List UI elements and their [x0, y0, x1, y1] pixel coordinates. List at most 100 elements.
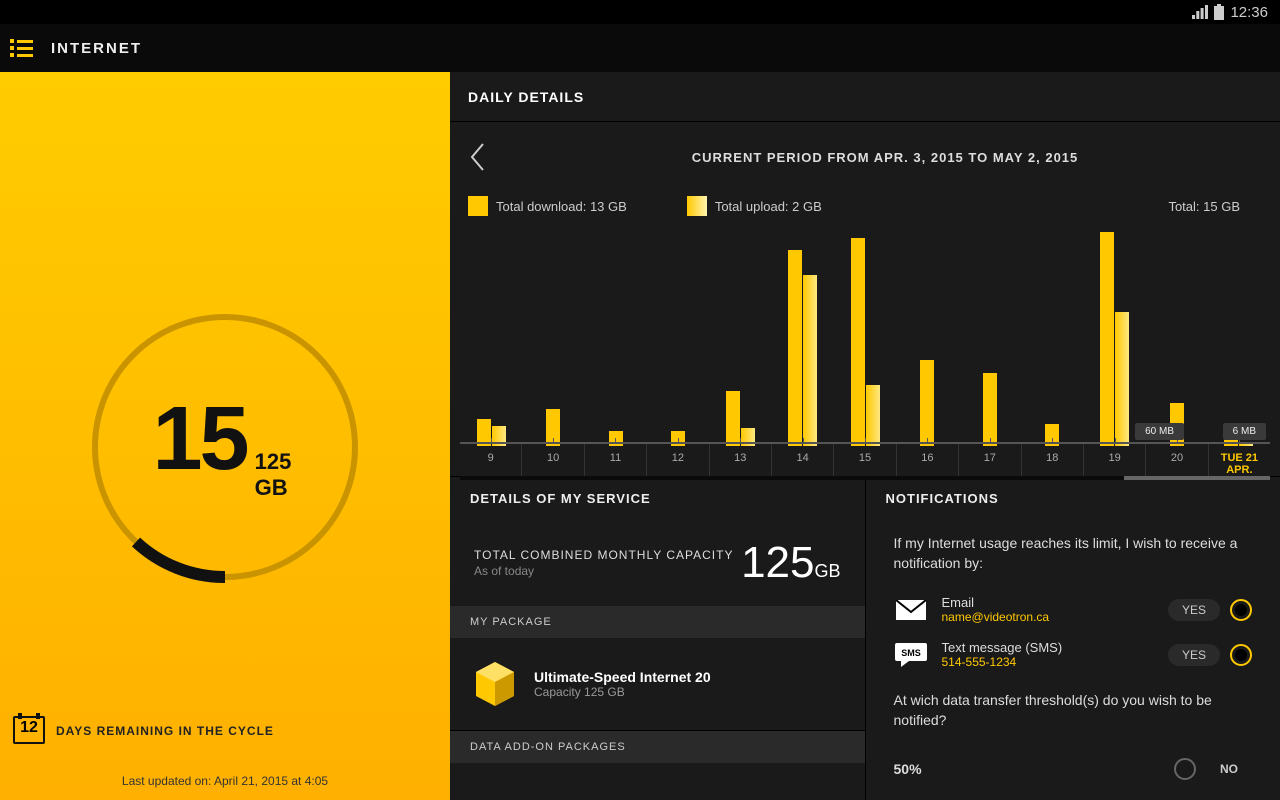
email-toggle[interactable]: YES	[1168, 599, 1252, 621]
chart-day-column[interactable]	[585, 226, 647, 446]
chart-day-column[interactable]	[959, 226, 1021, 446]
legend-total: Total: 15 GB	[1168, 199, 1262, 214]
period-row: CURRENT PERIOD FROM APR. 3, 2015 TO MAY …	[450, 122, 1280, 192]
service-header: DETAILS OF MY SERVICE	[450, 477, 865, 520]
notif-email-label: Email	[942, 595, 1154, 610]
chart-day-column[interactable]	[772, 226, 834, 446]
sms-toggle[interactable]: YES	[1168, 644, 1252, 666]
period-label: CURRENT PERIOD FROM APR. 3, 2015 TO MAY …	[508, 150, 1262, 165]
swatch-download-icon	[468, 196, 488, 216]
chart-day-column[interactable]	[709, 226, 771, 446]
status-bar: 12:36	[0, 0, 1280, 24]
last-updated: Last updated on: April 21, 2015 at 4:05	[0, 774, 450, 788]
addon-header[interactable]: DATA ADD-ON PACKAGES	[450, 731, 865, 763]
bar-download	[920, 360, 934, 446]
axis-label: 11	[585, 444, 647, 476]
chart-day-column[interactable]	[522, 226, 584, 446]
bar-upload	[866, 385, 880, 446]
notif-sms-value[interactable]: 514-555-1234	[942, 655, 1154, 669]
legend-dl-label: Total download: 13 GB	[496, 199, 627, 214]
chart-day-column[interactable]	[896, 226, 958, 446]
chart-day-column[interactable]	[1021, 226, 1083, 446]
legend-ul-label: Total upload: 2 GB	[715, 199, 822, 214]
axis-label: 13	[710, 444, 772, 476]
notif-sms-row: SMS Text message (SMS) 514-555-1234 YES	[894, 632, 1253, 677]
capacity-title: TOTAL COMBINED MONTHLY CAPACITY	[474, 548, 741, 562]
sms-icon: SMS	[894, 642, 928, 668]
threshold-toggle[interactable]: NO	[1174, 758, 1252, 780]
bar-upload	[1115, 312, 1129, 446]
axis-label: 15	[834, 444, 896, 476]
bar-download	[726, 391, 740, 446]
app-title: INTERNET	[51, 40, 142, 57]
email-icon	[894, 597, 928, 623]
menu-icon[interactable]	[10, 39, 33, 57]
axis-label: 16	[897, 444, 959, 476]
notifications-panel: NOTIFICATIONS If my Internet usage reach…	[866, 477, 1280, 800]
bar-download	[1100, 232, 1114, 446]
calendar-icon: 12	[12, 711, 46, 750]
package-name: Ultimate-Speed Internet 20	[534, 669, 711, 685]
usage-gauge: 15 125 GB	[80, 302, 370, 597]
battery-icon	[1214, 4, 1224, 20]
toggle-yes-label: YES	[1168, 599, 1220, 621]
usage-summary-panel: 15 125 GB 12 DAYS REMAINING IN THE CYCLE…	[0, 72, 450, 800]
chart-day-column[interactable]	[834, 226, 896, 446]
axis-label: 20	[1146, 444, 1208, 476]
notif-email-value[interactable]: name@videotron.ca	[942, 610, 1154, 624]
threshold-row: 50% NO	[894, 744, 1253, 780]
bar-upload	[803, 275, 817, 446]
chart-legend: Total download: 13 GB Total upload: 2 GB…	[450, 192, 1280, 216]
toggle-no-label: NO	[1206, 758, 1252, 780]
app-header: INTERNET	[0, 24, 1280, 72]
toggle-yes-label: YES	[1168, 644, 1220, 666]
my-package-header: MY PACKAGE	[450, 606, 865, 638]
axis-label: 14	[772, 444, 834, 476]
bar-download	[983, 373, 997, 446]
package-cube-icon	[474, 660, 516, 708]
chart-day-column[interactable]	[460, 226, 522, 446]
swatch-upload-icon	[687, 196, 707, 216]
axis-label: 17	[959, 444, 1021, 476]
svg-text:SMS: SMS	[901, 648, 921, 658]
scrollbar-thumb[interactable]	[1124, 476, 1270, 480]
toggle-ring-icon	[1174, 758, 1196, 780]
axis-label: 9	[460, 444, 522, 476]
capacity-row: TOTAL COMBINED MONTHLY CAPACITY As of to…	[450, 520, 865, 606]
legend-upload: Total upload: 2 GB	[687, 196, 822, 216]
chart-day-column[interactable]	[1208, 226, 1270, 446]
bar-download	[851, 238, 865, 446]
callout-upload: 6 MB	[1223, 423, 1266, 440]
chart-day-column[interactable]	[647, 226, 709, 446]
capacity-unit: GB	[814, 561, 840, 581]
cycle-days: 12	[12, 719, 46, 737]
axis-label: 12	[647, 444, 709, 476]
service-details: DETAILS OF MY SERVICE TOTAL COMBINED MON…	[450, 477, 866, 800]
package-capacity: Capacity 125 GB	[534, 685, 711, 699]
legend-download: Total download: 13 GB	[468, 196, 627, 216]
usage-capacity: 125 GB	[255, 448, 298, 500]
capacity-subtitle: As of today	[474, 564, 741, 578]
chart-day-column[interactable]	[1145, 226, 1207, 446]
axis-label: 10	[522, 444, 584, 476]
axis-label: 19	[1084, 444, 1146, 476]
usage-value: 15	[153, 387, 247, 490]
cycle-label: DAYS REMAINING IN THE CYCLE	[56, 724, 274, 738]
usage-chart[interactable]: 91011121314151617181920TUE 21 APR. 60 MB…	[450, 216, 1280, 476]
package-row[interactable]: Ultimate-Speed Internet 20 Capacity 125 …	[450, 638, 865, 731]
notif-question-2: At wich data transfer threshold(s) do yo…	[894, 691, 1253, 730]
axis-label: 18	[1022, 444, 1084, 476]
notif-sms-label: Text message (SMS)	[942, 640, 1154, 655]
toggle-ring-icon	[1230, 644, 1252, 666]
notif-question-1: If my Internet usage reaches its limit, …	[894, 534, 1253, 573]
details-panel: DAILY DETAILS CURRENT PERIOD FROM APR. 3…	[450, 72, 1280, 800]
notifications-header: NOTIFICATIONS	[866, 477, 1280, 520]
notif-email-row: Email name@videotron.ca YES	[894, 587, 1253, 632]
capacity-value: 125GB	[741, 538, 840, 588]
chart-day-column[interactable]	[1083, 226, 1145, 446]
back-arrow-icon[interactable]	[468, 142, 488, 172]
cycle-footer: 12 DAYS REMAINING IN THE CYCLE	[0, 711, 450, 750]
daily-details-header: DAILY DETAILS	[450, 72, 1280, 122]
chart-scrollbar[interactable]	[460, 476, 1270, 480]
bar-download	[788, 250, 802, 446]
